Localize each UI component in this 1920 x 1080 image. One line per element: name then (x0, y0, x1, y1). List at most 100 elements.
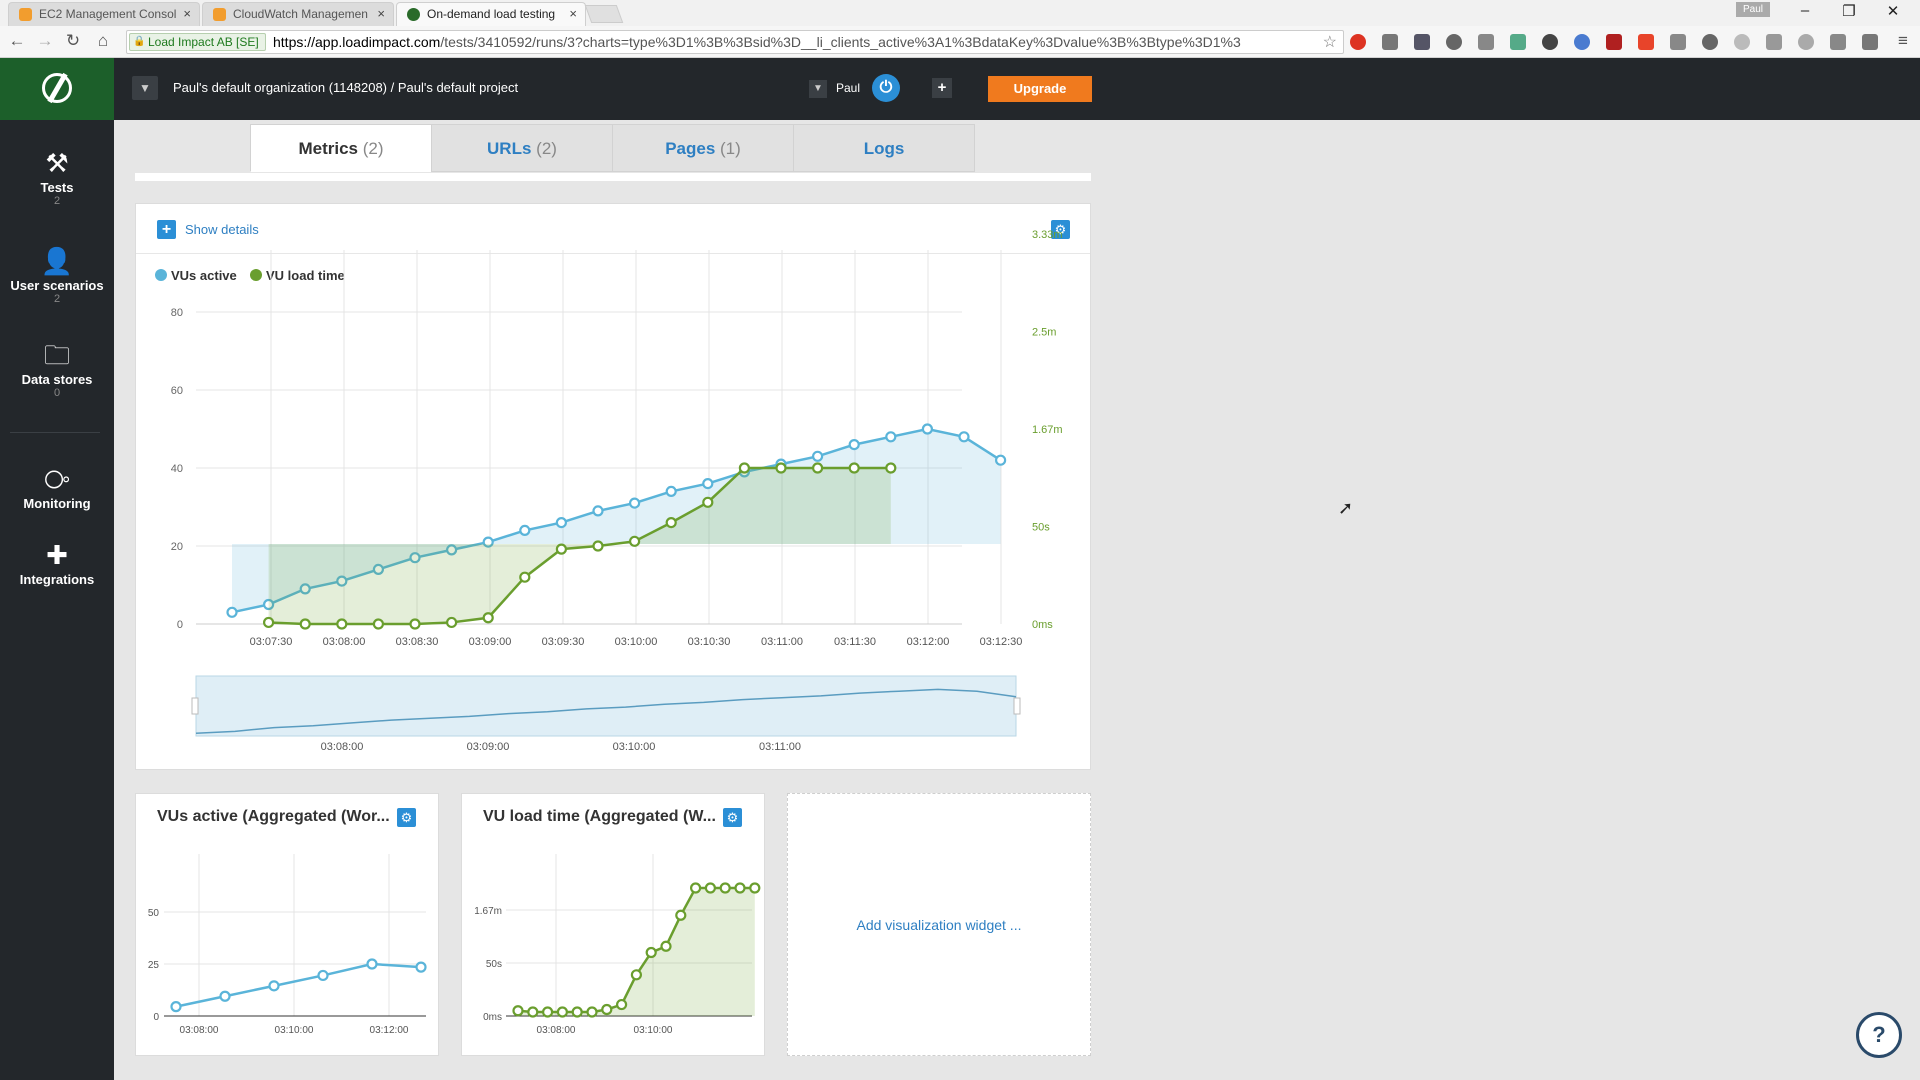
close-icon[interactable]: × (183, 3, 191, 25)
chart-extension-icon[interactable] (1510, 34, 1526, 50)
browser-tab-active[interactable]: On-demand load testing × (396, 2, 586, 26)
data-point (519, 571, 531, 583)
org-dropdown-button[interactable]: ▼ (132, 76, 158, 100)
org-project-path[interactable]: Paul's default organization (1148208) / … (173, 80, 518, 95)
x-tick-label: 03:11:00 (761, 636, 803, 648)
tab-pages[interactable]: Pages (1) (612, 124, 794, 172)
cloud-extension-icon[interactable] (1574, 34, 1590, 50)
close-icon[interactable]: × (377, 3, 385, 25)
tab-label: URLs (487, 139, 532, 158)
menu-icon[interactable]: ≡ (1892, 31, 1914, 51)
sidebar-item-user-scenarios[interactable]: 👤 User scenarios 2 (0, 244, 114, 305)
profile-badge[interactable]: Paul (1736, 2, 1770, 17)
y-right-tick-label: 1.67m (1032, 424, 1063, 436)
home-icon[interactable]: ⌂ (92, 31, 114, 51)
data-point (719, 882, 731, 894)
sidebar-item-label: User scenarios (10, 278, 104, 293)
data-point (482, 612, 494, 624)
data-point (616, 998, 628, 1011)
data-point (958, 431, 970, 443)
bookmark-star-icon[interactable]: ☆ (1323, 32, 1337, 52)
screenshot-extension-icon[interactable] (1414, 34, 1430, 50)
vus-active-mini-chart[interactable]: 03:08:00 03:10:00 03:12:00 0 25 50 (136, 794, 438, 1055)
add-visualization-widget-link[interactable]: Add visualization widget ... (788, 917, 1090, 933)
upgrade-button[interactable]: Upgrade (988, 76, 1092, 102)
folder-icon: 🗀 (43, 340, 70, 370)
opera-extension-icon[interactable] (1350, 34, 1366, 50)
sidebar-item-monitoring[interactable]: ⧂ Monitoring (0, 462, 114, 511)
main-chart-card: + Show details ⚙ VUs active VU load time… (135, 203, 1091, 770)
data-point (366, 958, 378, 970)
data-point (446, 616, 458, 629)
recycle-extension-icon[interactable] (1446, 34, 1462, 50)
x-tick-label: 03:09:00 (469, 636, 512, 648)
address-toolbar: ← → ↻ ⌂ Load Impact AB [SE] https://app.… (0, 26, 1920, 58)
back-icon[interactable]: ← (6, 31, 28, 51)
data-point (645, 946, 657, 959)
vu-load-time-mini-chart[interactable]: 03:08:00 03:10:00 0ms 50s 1.67m (462, 794, 764, 1055)
x-tick-label: 03:12:00 (907, 636, 950, 648)
new-tab-button[interactable] (584, 5, 624, 23)
sidebar-item-tests[interactable]: ⚒ Tests 2 (0, 146, 114, 207)
browser-tab-bar: EC2 Management Consol × CloudWatch Manag… (0, 0, 1920, 26)
minimize-icon[interactable]: – (1790, 2, 1820, 19)
trash-extension-icon[interactable] (1830, 34, 1846, 50)
profile-extension-icon[interactable] (1798, 34, 1814, 50)
clock-extension-icon[interactable] (1542, 34, 1558, 50)
browser-tab[interactable]: EC2 Management Consol × (8, 2, 200, 26)
browser-tab-title: EC2 Management Consol (39, 7, 177, 21)
add-widget-panel[interactable]: Add visualization widget ... (787, 793, 1091, 1056)
address-bar[interactable]: Load Impact AB [SE] https://app.loadimpa… (126, 30, 1344, 54)
close-icon[interactable]: × (569, 3, 577, 25)
data-point (268, 980, 280, 992)
y-right-tick-label: 2.5m (1032, 327, 1056, 339)
data-point (299, 618, 311, 630)
restore-icon[interactable]: ❐ (1834, 2, 1864, 20)
x-tick-label: 03:08:00 (323, 636, 366, 648)
navigator-window (195, 675, 1017, 737)
reload-icon[interactable]: ↻ (62, 31, 84, 51)
star-extension-icon[interactable] (1638, 34, 1654, 50)
y-tick-label: 50 (148, 908, 160, 919)
y-left-tick-label: 0 (177, 619, 183, 631)
data-point (702, 478, 714, 490)
x-tick-label: 03:09:30 (542, 636, 585, 648)
pdf-extension-icon[interactable] (1606, 34, 1622, 50)
tab-metrics[interactable]: Metrics (2) (250, 124, 432, 172)
data-point (317, 969, 329, 982)
globe-extension-icon[interactable] (1702, 34, 1718, 50)
navigator-tick-label: 03:11:00 (759, 741, 801, 753)
power-icon[interactable]: ⏻ (872, 74, 900, 102)
sidebar-item-integrations[interactable]: ✚ Integrations (0, 538, 114, 587)
forward-icon[interactable]: → (34, 31, 56, 51)
close-window-icon[interactable]: ✕ (1878, 2, 1908, 20)
url-text[interactable]: https://app.loadimpact.com/tests/3410592… (273, 34, 1307, 50)
sync-extension-icon[interactable] (1734, 34, 1750, 50)
y-tick-label: 0 (153, 1012, 159, 1023)
tab-urls[interactable]: URLs (2) (431, 124, 613, 172)
refresh-extension-icon[interactable] (1862, 34, 1878, 50)
loadimpact-logo[interactable] (0, 58, 114, 120)
tab-logs[interactable]: Logs (793, 124, 975, 172)
data-point (660, 940, 672, 952)
browser-tab[interactable]: CloudWatch Managemen × (202, 2, 394, 26)
pen-extension-icon[interactable] (1382, 34, 1398, 50)
font-extension-icon[interactable] (1478, 34, 1494, 50)
x-tick-label: 03:08:00 (180, 1025, 219, 1036)
shield-extension-icon[interactable] (1766, 34, 1782, 50)
main-line-chart[interactable]: 0 0ms 20 50s 40 1.67m 60 2.5m 80 3.33m 03:07:30 03:… (136, 204, 1090, 769)
download-extension-icon[interactable] (1670, 34, 1686, 50)
data-point (512, 1005, 524, 1017)
sidebar-item-data-stores[interactable]: 🗀 Data stores 0 (0, 338, 114, 399)
user-dropdown-button[interactable]: ▼ (809, 80, 827, 98)
help-button[interactable]: ? (1856, 1012, 1902, 1058)
user-name[interactable]: Paul (836, 81, 860, 95)
tab-count: (2) (362, 139, 384, 158)
add-button[interactable]: + (932, 78, 952, 98)
y-left-tick-label: 40 (171, 463, 183, 475)
tab-count: (2) (536, 139, 557, 158)
x-tick-label: 03:11:30 (834, 636, 876, 648)
x-tick-label: 03:08:30 (396, 636, 439, 648)
security-indicator[interactable]: Load Impact AB [SE] (129, 33, 266, 51)
data-point (702, 496, 714, 508)
